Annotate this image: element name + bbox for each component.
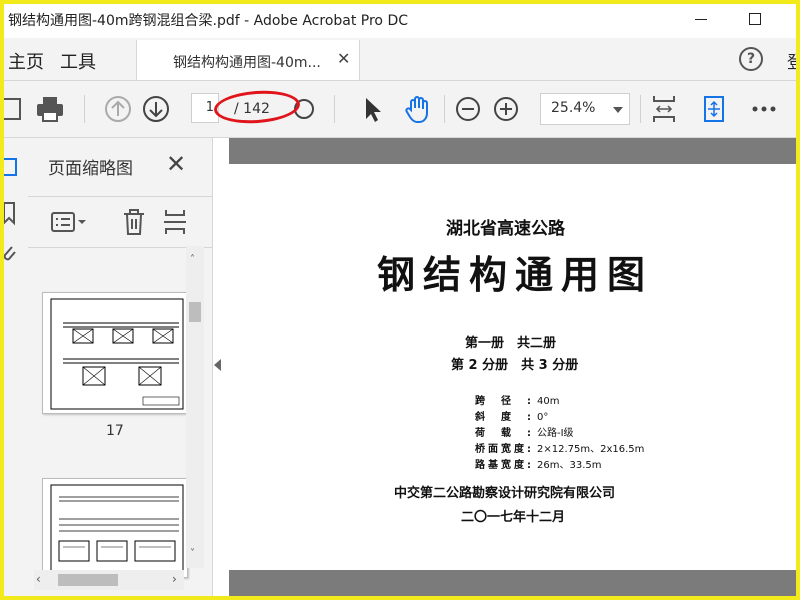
print-icon[interactable] [34,93,66,125]
document-view: 湖北省高速公路 钢结构通用图 第一册 共二册 第 2 分册 共 3 分册 跨径:… [229,138,796,596]
delete-page-icon[interactable] [120,207,148,237]
fullscreen-icon[interactable] [698,93,730,125]
thumbnail-drawing [50,298,184,410]
pdf-page: 湖北省高速公路 钢结构通用图 第一册 共二册 第 2 分册 共 3 分册 跨径:… [229,164,796,570]
tab-bar: 主页 工具 钢结构构通用图-40m... ✕ ? 登 [4,38,800,81]
panel-toolbar [28,196,212,248]
doc-date: 二〇一七年十二月 [461,510,566,525]
spec-key: 桥面宽度: [475,444,531,455]
spec-row: 斜度: 0° [475,408,548,423]
toolbar-separator [444,95,445,123]
extract-page-icon[interactable] [162,207,188,237]
doc-part: 第 2 分册 共 3 分册 [451,358,579,373]
tab-document-label: 钢结构构通用图-40m... [173,55,321,71]
chevron-up-icon[interactable]: ˄ [190,254,195,265]
doc-main-title: 钢结构通用图 [377,253,654,297]
bookmarks-icon[interactable] [0,200,20,226]
more-options-icon[interactable] [748,93,780,125]
chevron-down-icon [613,107,623,113]
select-cursor-icon[interactable] [356,93,388,125]
help-icon[interactable]: ? [739,47,763,71]
spec-key: 路基宽度: [475,460,531,471]
zoom-in-icon[interactable] [490,93,522,125]
tab-document[interactable]: 钢结构构通用图-40m... ✕ [136,40,360,80]
toolbar-separator [84,95,85,123]
spec-value: 公路-Ⅰ级 [537,428,574,439]
spec-row: 路基宽度: 26m、33.5m [475,456,601,471]
title-bar: 钢结构通用图-40m跨钢混组合梁.pdf - Adobe Acrobat Pro… [4,4,796,32]
fit-page-icon[interactable] [648,93,680,125]
spec-value: 0° [537,412,549,423]
zoom-out-icon[interactable] [452,93,484,125]
next-page-icon[interactable] [140,93,172,125]
spec-value: 40m [537,396,560,407]
scrollbar-thumb[interactable] [189,302,201,322]
login-link[interactable]: 登 [787,48,800,73]
toolbar-separator [334,95,335,123]
spec-key: 斜度: [475,412,531,423]
scrollbar-thumb[interactable] [58,574,118,586]
doc-organization: 中交第二公路勘察设计研究院有限公司 [394,486,616,501]
collapse-panel-icon[interactable] [214,359,221,371]
thumbnail-page-label: 17 [106,423,124,439]
attachments-icon[interactable] [0,242,20,264]
panel-title: 页面缩略图 [48,159,133,179]
spec-key: 荷载: [475,428,531,439]
previous-page-icon[interactable] [102,93,134,125]
page-thumbnails-icon[interactable] [0,156,20,178]
doc-volume: 第一册 共二册 [465,336,557,351]
navigation-pane-strip [1,138,28,596]
save-icon[interactable] [0,93,30,125]
hand-tool-icon[interactable] [402,93,434,125]
thumbnail-drawing [50,484,184,577]
page-thumbnail[interactable] [42,478,188,578]
close-panel-icon[interactable]: ✕ [166,150,186,178]
spec-row: 荷载: 公路-Ⅰ级 [475,424,574,439]
tab-tools[interactable]: 工具 [60,48,96,74]
minimize-button[interactable] [686,8,716,30]
spec-value: 2×12.75m、2x16.5m [537,444,645,455]
doc-subtitle: 湖北省高速公路 [446,219,565,239]
thumbnail-vertical-scrollbar[interactable]: ˄ ˅ [186,246,204,568]
toolbar-separator [640,95,641,123]
spec-row: 跨径: 40m [475,392,559,407]
spec-value: 26m、33.5m [537,460,602,471]
close-tab-icon[interactable]: ✕ [337,49,350,68]
zoom-dropdown[interactable]: 25.4% [540,93,630,125]
window-title: 钢结构通用图-40m跨钢混组合梁.pdf - Adobe Acrobat Pro… [8,13,409,29]
thumbnail-horizontal-scrollbar[interactable]: ‹ › [34,570,184,590]
zoom-value: 25.4% [551,100,596,116]
chevron-down-icon[interactable]: ˅ [190,548,195,559]
page-thumbnails-panel: 页面缩略图 ✕ 17 ˄ ˅ ‹ › [28,138,213,596]
spec-row: 桥面宽度: 2×12.75m、2x16.5m [475,440,644,455]
spec-key: 跨径: [475,396,531,407]
maximize-button[interactable] [740,8,770,30]
chevron-right-icon[interactable]: › [172,572,177,586]
tab-home[interactable]: 主页 [8,48,44,74]
toolbar: 1 / 142 25.4% [1,81,796,138]
thumbnail-options-icon[interactable] [50,209,90,235]
page-thumbnail[interactable] [42,292,188,414]
chevron-left-icon[interactable]: ‹ [36,572,41,586]
